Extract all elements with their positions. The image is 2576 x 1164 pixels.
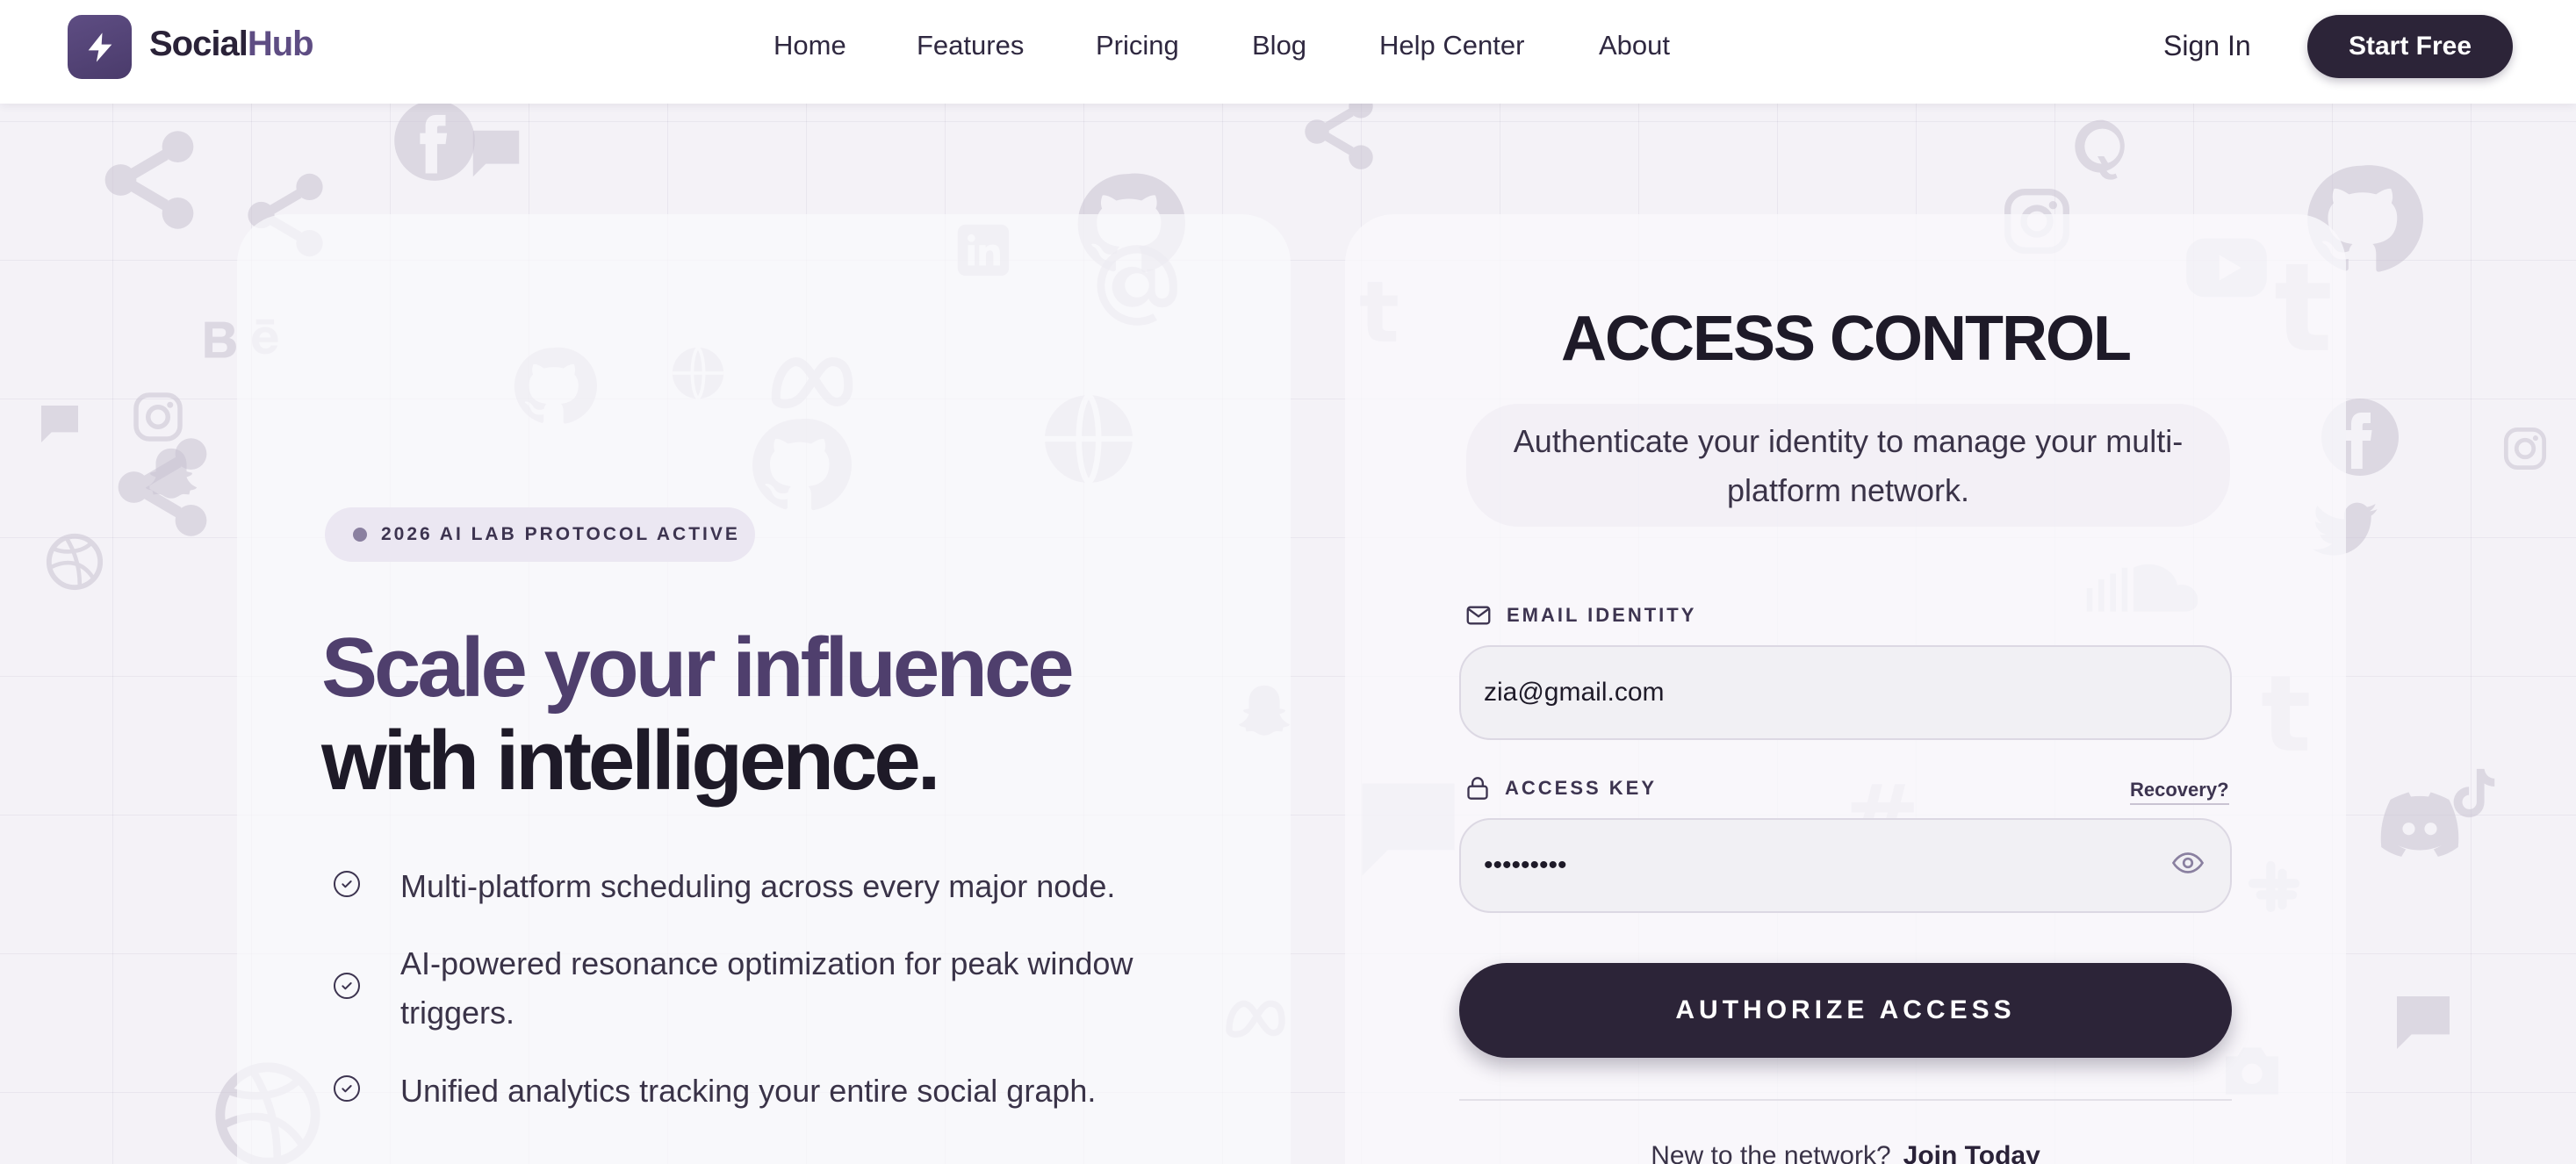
feature-item: Multi-platform scheduling across every m…: [334, 862, 1191, 911]
divider: [1459, 1099, 2232, 1101]
check-circle-icon: [334, 1075, 360, 1102]
access-key-label: ACCESS KEY: [1466, 776, 1657, 801]
chat-bubble-icon: [472, 130, 520, 177]
top-navbar: SocialHub Home Features Pricing Blog Hel…: [0, 0, 2576, 104]
nav-about[interactable]: About: [1599, 30, 1670, 61]
nav-help-center[interactable]: Help Center: [1379, 30, 1524, 61]
recovery-link[interactable]: Recovery?: [2130, 779, 2229, 805]
quora-icon: [2075, 119, 2125, 180]
instagram-icon: [133, 392, 183, 442]
sign-in-link[interactable]: Sign In: [2163, 30, 2251, 62]
authorize-access-button[interactable]: AUTHORIZE ACCESS: [1459, 963, 2232, 1058]
status-badge: 2026 AI LAB PROTOCOL ACTIVE: [325, 507, 755, 562]
tiktok-icon: [2453, 768, 2495, 818]
join-today-link[interactable]: Join Today: [1903, 1141, 2040, 1164]
feature-text: AI-powered resonance optimization for pe…: [400, 945, 1133, 1031]
feature-item: Unified analytics tracking your entire s…: [334, 1067, 1191, 1116]
access-key-field[interactable]: [1459, 818, 2232, 913]
status-dot-icon: [353, 528, 367, 542]
feature-item: AI-powered resonance optimization for pe…: [334, 939, 1191, 1038]
mail-icon: [1466, 606, 1491, 625]
email-field[interactable]: [1459, 645, 2232, 740]
feature-text: Multi-platform scheduling across every m…: [400, 868, 1116, 904]
chat-bubble-icon: [2397, 996, 2450, 1049]
eye-icon[interactable]: [2172, 851, 2204, 875]
chat-bubble-icon: [41, 406, 78, 442]
instagram-icon: [2503, 427, 2547, 471]
signup-prompt-text: New to the network?: [1651, 1141, 1891, 1164]
headline-line-2: with intelligence.: [321, 714, 940, 808]
signup-prompt: New to the network? Join Today: [1345, 1141, 2346, 1164]
share-icon: [104, 131, 194, 229]
headline-line-1: Scale your influence: [321, 621, 1075, 715]
nav-pricing[interactable]: Pricing: [1096, 30, 1179, 61]
check-circle-icon: [334, 871, 360, 897]
check-circle-icon: [334, 973, 360, 999]
feature-text: Unified analytics tracking your entire s…: [400, 1073, 1097, 1109]
hero-headline: Scale your influence with intelligence.: [321, 622, 1199, 808]
nav-home[interactable]: Home: [774, 30, 846, 61]
start-free-button[interactable]: Start Free: [2307, 15, 2513, 78]
email-label-text: EMAIL IDENTITY: [1507, 604, 1697, 626]
lock-icon: [1467, 777, 1488, 800]
snapchat-icon: [145, 448, 198, 499]
email-label: EMAIL IDENTITY: [1466, 604, 1696, 627]
nav-features[interactable]: Features: [917, 30, 1024, 61]
status-badge-label: 2026 AI LAB PROTOCOL ACTIVE: [381, 524, 740, 544]
auth-subtitle: Authenticate your identity to manage you…: [1513, 423, 2184, 508]
nav-blog[interactable]: Blog: [1252, 30, 1306, 61]
auth-title: ACCESS CONTROL: [1560, 304, 2132, 374]
access-key-label-text: ACCESS KEY: [1505, 777, 1658, 799]
dribbble-icon: [46, 533, 104, 591]
